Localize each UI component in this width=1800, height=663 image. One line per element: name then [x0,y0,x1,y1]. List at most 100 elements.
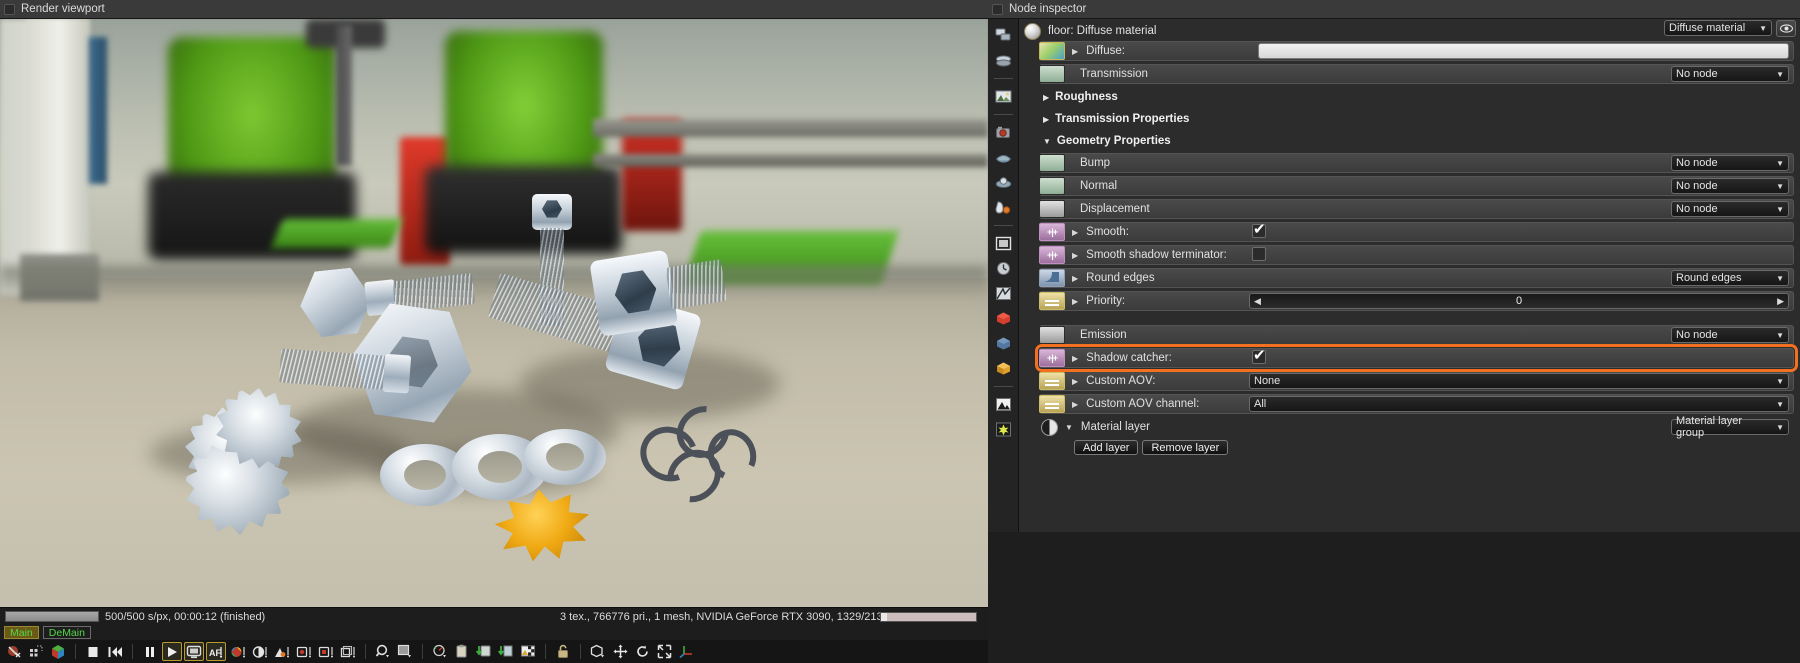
emission-swatch[interactable] [1039,326,1065,344]
play-render-icon[interactable] [162,642,182,661]
region-render-off-icon[interactable] [4,642,24,661]
normal-swatch[interactable] [1039,177,1065,195]
axis-gizmo-icon[interactable] [676,642,696,661]
light-star-icon[interactable] [993,419,1014,440]
pause-render-icon[interactable] [140,642,160,661]
viewport-pin-checkbox[interactable] [4,3,15,15]
property-row-custom-aov[interactable]: ▶ Custom AOV: None ▼ [1021,371,1796,391]
film-settings-icon[interactable] [294,642,314,661]
white-balance-icon[interactable] [250,642,270,661]
blue-cube-icon[interactable] [993,333,1014,354]
custom-aov-channel-dropdown[interactable]: All ▼ [1249,396,1789,412]
custom-aov-dropdown[interactable]: None ▼ [1249,373,1789,389]
section-geometry-properties[interactable]: ▼ Geometry Properties [1021,131,1796,151]
color-wheel-icon[interactable] [228,642,248,661]
expand-arrow-icon[interactable]: ▶ [1072,377,1078,386]
kernel-clock-icon[interactable] [993,258,1014,279]
inspector-pin-checkbox[interactable] [992,3,1003,15]
diffuse-texture-swatch[interactable] [1039,42,1065,60]
eye-icon[interactable] [1776,20,1796,37]
bump-node-dropdown[interactable]: No node ▼ [1671,155,1789,171]
transmission-swatch[interactable] [1039,65,1065,83]
clipboard-icon[interactable] [452,642,472,661]
shadow-catcher-checkbox[interactable] [1252,348,1266,364]
af-filter-icon[interactable]: AF [206,642,226,661]
property-row-bump[interactable]: Bump No node ▼ [1021,153,1796,173]
move-tool-icon[interactable] [610,642,630,661]
stack-icon[interactable] [993,50,1014,71]
expand-arrow-icon[interactable]: ▶ [1072,47,1078,56]
camera-response-icon[interactable] [272,642,292,661]
render-layer-icon[interactable] [993,233,1014,254]
displacement-node-dropdown[interactable]: No node ▼ [1671,201,1789,217]
render-region-icon[interactable] [395,642,415,661]
tab-main[interactable]: Main [4,626,39,639]
render-passes-icon[interactable] [316,642,336,661]
expand-arrow-icon[interactable]: ▶ [1072,251,1078,260]
expand-arrow-icon[interactable]: ▶ [1072,354,1078,363]
material-layer-group-dropdown[interactable]: Material layer group ▼ [1671,415,1789,439]
property-row-round-edges[interactable]: ▶ Round edges Round edges ▼ [1021,268,1796,288]
remove-layer-button[interactable]: Remove layer [1142,440,1229,455]
unlock-icon[interactable] [553,642,573,661]
custom-aov-channel-int-swatch[interactable] [1039,395,1065,413]
property-row-displacement[interactable]: Displacement No node ▼ [1021,199,1796,219]
screen-render-icon[interactable] [184,642,204,661]
save-image-icon[interactable] [474,642,494,661]
property-row-material-layer[interactable]: ▼ Material layer Material layer group ▼ [1021,415,1796,439]
diffuse-color-field[interactable] [1258,43,1789,59]
smooth-checkbox[interactable] [1252,222,1266,238]
node-type-dropdown[interactable]: Diffuse material ▼ [1664,20,1772,36]
noise-icon[interactable] [993,283,1014,304]
render-target-icon[interactable] [993,172,1014,193]
render-layers-icon[interactable] [338,642,358,661]
add-layer-button[interactable]: Add layer [1074,440,1139,455]
object-mode-icon[interactable] [588,642,608,661]
property-row-normal[interactable]: Normal No node ▼ [1021,176,1796,196]
property-row-emission[interactable]: Emission No node ▼ [1021,325,1796,345]
custom-aov-int-swatch[interactable] [1039,372,1065,390]
transmission-node-dropdown[interactable]: No node ▼ [1671,66,1789,82]
environment-icon[interactable] [993,147,1014,168]
scale-tool-icon[interactable] [654,642,674,661]
property-row-transmission[interactable]: Transmission No node ▼ [1021,64,1796,84]
slider-right-arrow-icon[interactable]: ▶ [1777,296,1784,307]
shadow-catcher-bool-swatch[interactable]: +|+ [1039,349,1065,367]
material-ball-icon[interactable] [993,197,1014,218]
section-roughness[interactable]: ▶ Roughness [1021,87,1796,107]
emission-node-dropdown[interactable]: No node ▼ [1671,327,1789,343]
restart-render-icon[interactable] [105,642,125,661]
tab-demain[interactable]: DeMain [42,626,91,639]
orange-cube-icon[interactable] [993,358,1014,379]
property-row-custom-aov-channel[interactable]: ▶ Custom AOV channel: All ▼ [1021,394,1796,414]
priority-slider[interactable]: ◀ 0 ▶ [1249,293,1789,309]
rotate-tool-icon[interactable] [632,642,652,661]
smooth-bool-swatch[interactable]: +|+ [1039,223,1065,241]
priority-int-swatch[interactable] [1039,292,1065,310]
gauge-icon[interactable] [430,642,450,661]
property-row-smooth-shadow-terminator[interactable]: +|+ ▶ Smooth shadow terminator: [1021,245,1796,265]
camera-icon[interactable] [993,122,1014,143]
expand-arrow-icon[interactable]: ▼ [1065,423,1073,432]
stop-render-icon[interactable] [83,642,103,661]
round-edges-dropdown[interactable]: Round edges ▼ [1671,270,1789,286]
rendered-image[interactable] [0,19,988,607]
round-edges-swatch[interactable] [1039,269,1065,287]
save-layers-icon[interactable] [496,642,516,661]
property-row-priority[interactable]: ▶ Priority: ◀ 0 ▶ [1021,291,1796,311]
color-cube-icon[interactable] [48,642,68,661]
red-cube-icon[interactable] [993,308,1014,329]
expand-arrow-icon[interactable]: ▶ [1072,274,1078,283]
property-row-smooth[interactable]: +|+ ▶ Smooth: [1021,222,1796,242]
expand-arrow-icon[interactable]: ▶ [1072,400,1078,409]
normal-node-dropdown[interactable]: No node ▼ [1671,178,1789,194]
image-icon[interactable] [993,86,1014,107]
property-row-diffuse[interactable]: ▶ Diffuse: [1021,41,1796,61]
property-row-shadow-catcher[interactable]: +|+ ▶ Shadow catcher: [1021,344,1798,372]
smooth-shadow-terminator-bool-swatch[interactable]: +|+ [1039,246,1065,264]
node-graph-icon[interactable] [993,25,1014,46]
expand-arrow-icon[interactable]: ▶ [1072,228,1078,237]
zoom-region-icon[interactable] [373,642,393,661]
checker-image-icon[interactable] [518,642,538,661]
region-select-icon[interactable] [26,642,46,661]
